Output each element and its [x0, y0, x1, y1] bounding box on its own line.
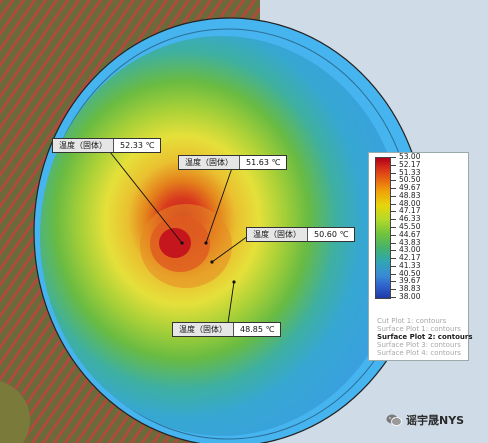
- probe-label-4[interactable]: 温度（固体） 48.85 ℃: [172, 322, 282, 337]
- legend-tick: 38.00: [389, 292, 421, 301]
- plot-item[interactable]: Cut Plot 1: contours: [377, 317, 446, 325]
- probe-2-point: [204, 241, 208, 245]
- probe-1-point: [180, 241, 184, 245]
- watermark: 谣宇晟NYS: [386, 412, 464, 428]
- probe-4-point: [232, 280, 236, 284]
- probe-label-value: 50.60 ℃: [308, 228, 355, 241]
- legend-color-bar: [375, 157, 391, 299]
- watermark-text: 谣宇晟NYS: [406, 414, 465, 427]
- probe-label-value: 48.85 ℃: [234, 323, 281, 336]
- probe-label-title: 温度（固体）: [173, 323, 234, 336]
- probe-label-title: 温度（固体）: [247, 228, 308, 241]
- plot-item[interactable]: Surface Plot 4: contours: [377, 349, 461, 357]
- probe-label-1[interactable]: 温度（固体） 52.33 ℃: [52, 138, 162, 153]
- probe-3-point: [210, 260, 214, 264]
- plot-item[interactable]: Surface Plot 3: contours: [377, 341, 461, 349]
- color-legend[interactable]: 53.00 52.17 51.33 50.50 49.67 48.83 48.00 47.17…: [368, 152, 473, 361]
- probe-label-value: 51.63 ℃: [240, 156, 287, 169]
- plot-item[interactable]: Surface Plot 2: contours: [377, 333, 473, 341]
- probe-label-2[interactable]: 温度（固体） 51.63 ℃: [178, 155, 288, 170]
- probe-label-title: 温度（固体）: [179, 156, 240, 169]
- wechat-icon: [386, 414, 402, 426]
- hotspot-core: [159, 228, 191, 258]
- probe-label-value: 52.33 ℃: [114, 139, 161, 152]
- probe-label-3[interactable]: 温度（固体） 50.60 ℃: [246, 227, 356, 242]
- plot-item[interactable]: Surface Plot 1: contours: [377, 325, 461, 333]
- probe-label-title: 温度（固体）: [53, 139, 114, 152]
